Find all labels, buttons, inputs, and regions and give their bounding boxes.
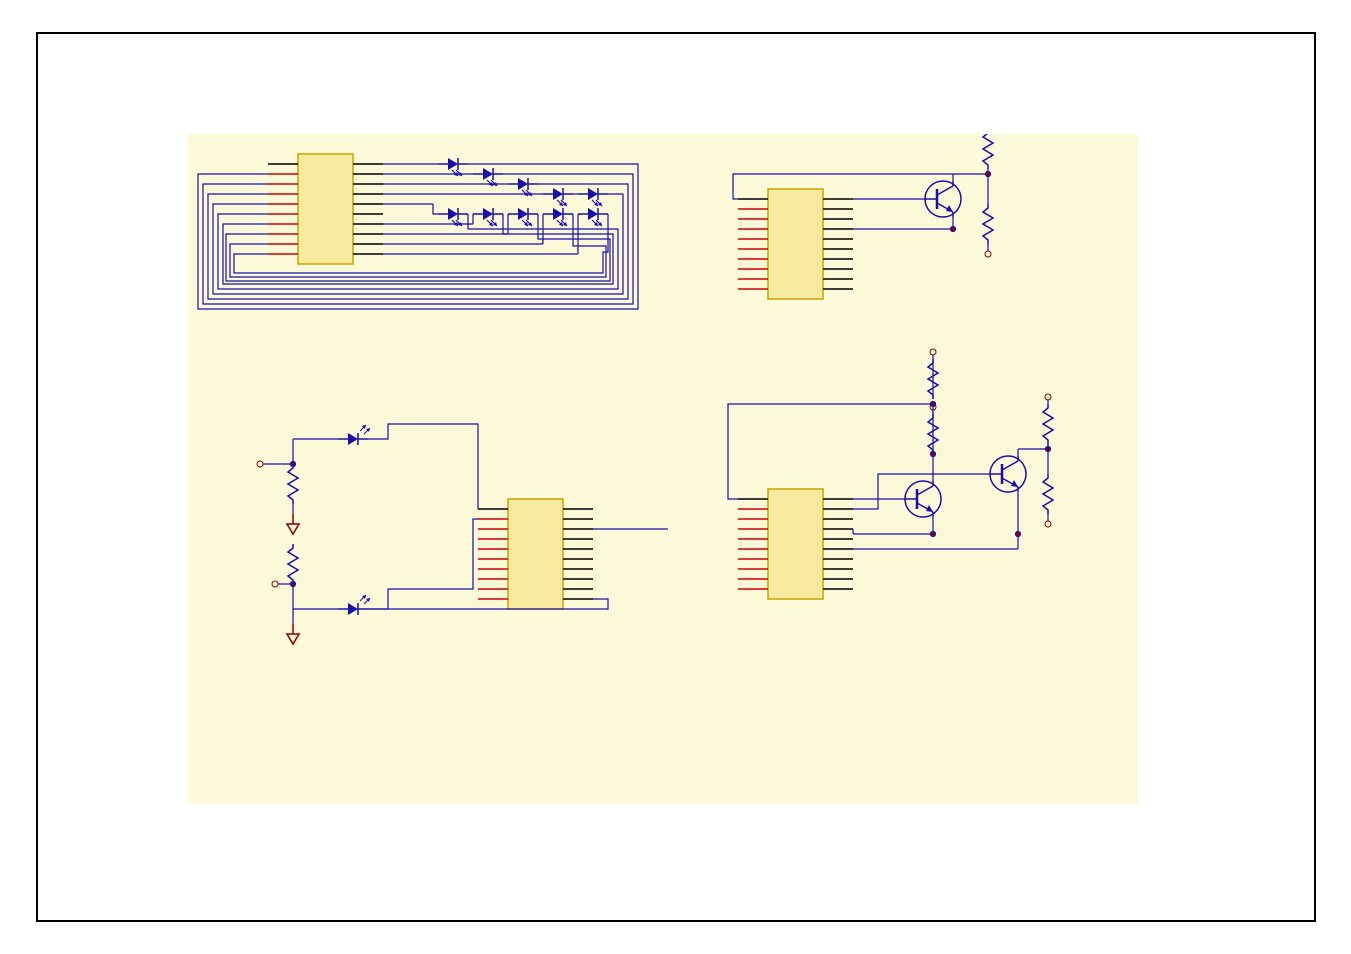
ic-rect <box>768 189 823 299</box>
page-frame <box>36 32 1316 922</box>
schematic-canvas <box>188 134 1138 804</box>
ic-rect <box>298 154 353 264</box>
ic-rect <box>768 489 823 599</box>
ic-rect <box>508 499 563 609</box>
